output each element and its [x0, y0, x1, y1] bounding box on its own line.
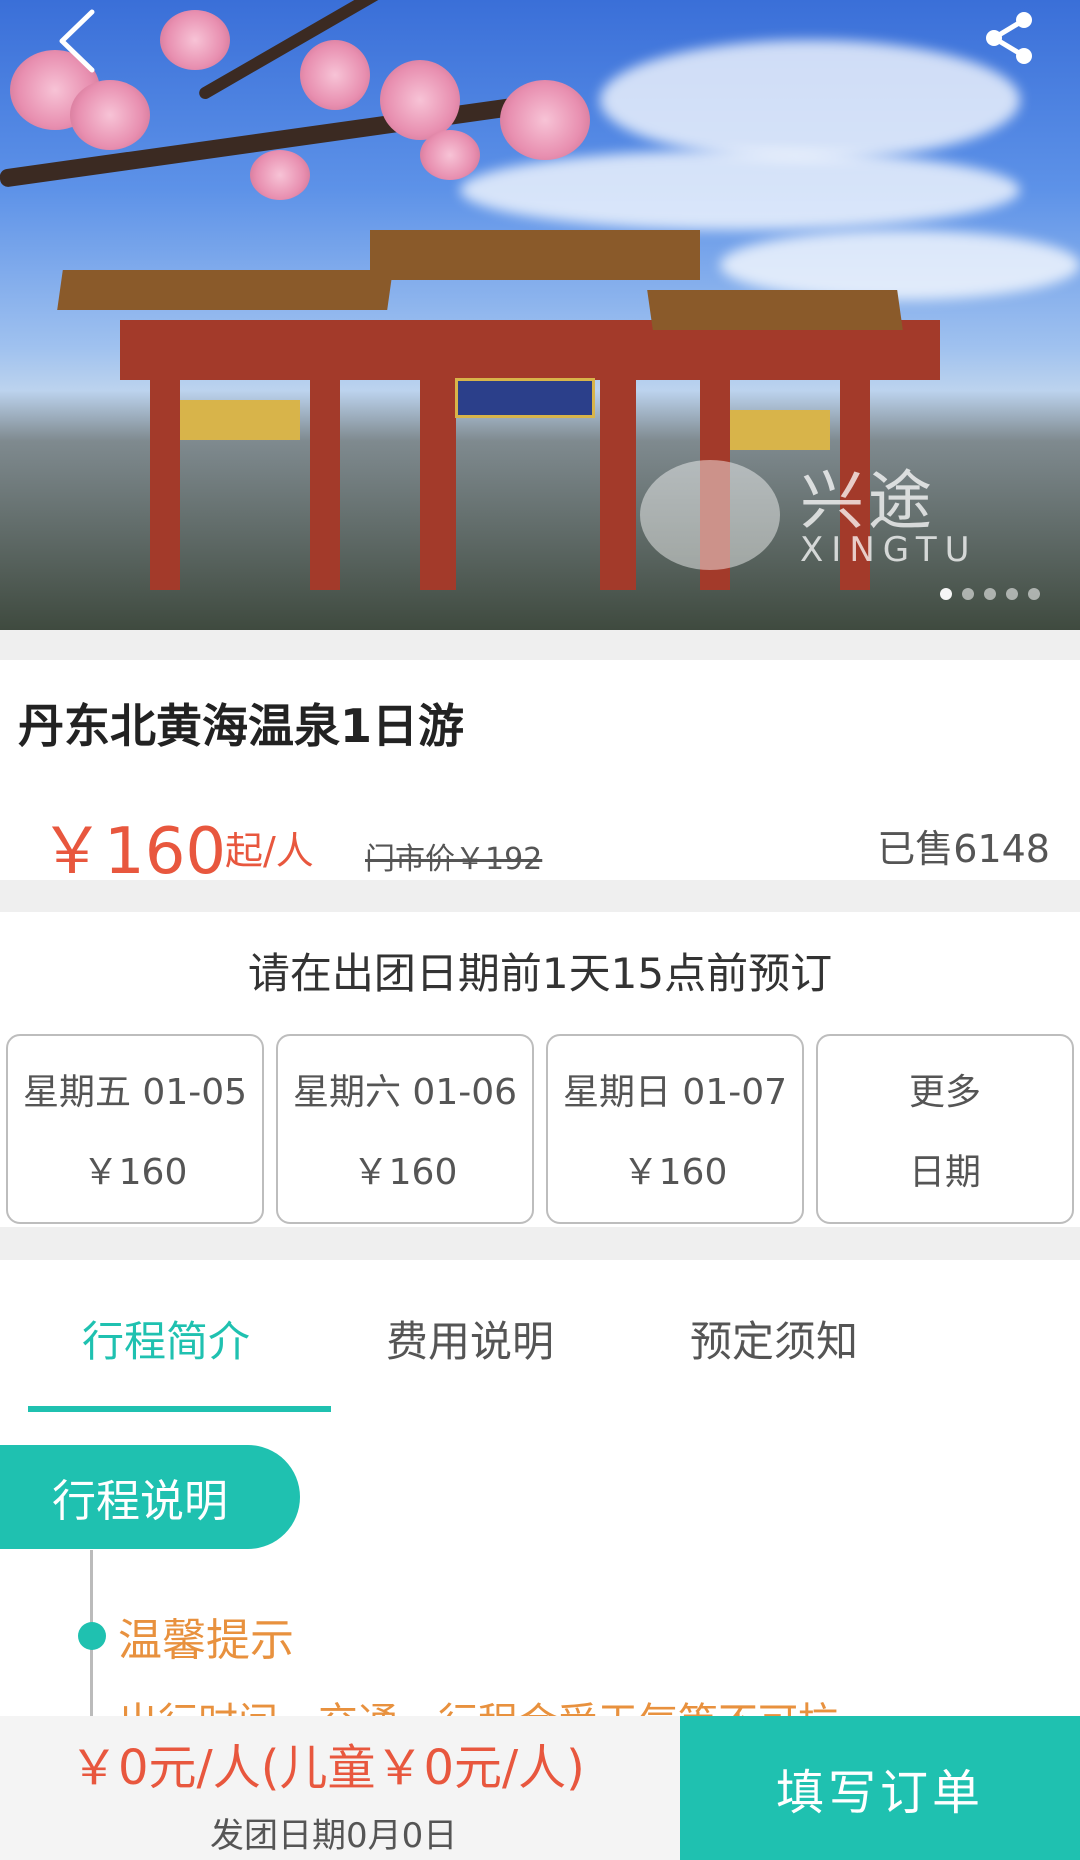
- tab-fees[interactable]: 费用说明: [386, 1308, 554, 1369]
- carousel-dot[interactable]: [1028, 588, 1040, 600]
- date-options: 星期五 01-05 ￥160 星期六 01-06 ￥160 星期日 01-07 …: [6, 1034, 1074, 1224]
- original-price: 门市价￥192: [365, 842, 543, 877]
- hero-image[interactable]: 兴途 XINGTU: [0, 0, 1080, 630]
- tab-itinerary[interactable]: 行程简介: [82, 1308, 250, 1369]
- date-option[interactable]: 星期日 01-07 ￥160: [546, 1034, 804, 1224]
- carousel-dot[interactable]: [962, 588, 974, 600]
- carousel-dot[interactable]: [940, 588, 952, 600]
- date-option[interactable]: 星期六 01-06 ￥160: [276, 1034, 534, 1224]
- xingtu-watermark: 兴途 XINGTU: [640, 450, 970, 580]
- date-price: ￥160: [622, 1152, 728, 1193]
- sold-count: 已售6148: [877, 827, 1050, 871]
- xingtu-logo-icon: [640, 460, 780, 570]
- date-day: 星期五 01-05: [22, 1072, 248, 1113]
- more-dates-sublabel: 日期: [908, 1152, 981, 1193]
- date-option[interactable]: 星期五 01-05 ￥160: [6, 1034, 264, 1224]
- carousel-dot[interactable]: [984, 588, 996, 600]
- share-icon[interactable]: [980, 8, 1040, 68]
- order-price: ￥0元/人(儿童￥0元/人): [70, 1740, 585, 1796]
- more-dates-button[interactable]: 更多 日期: [816, 1034, 1074, 1224]
- current-price: ￥160: [40, 815, 227, 889]
- product-title: 丹东北黄海温泉1日游: [18, 699, 465, 753]
- watermark-text: 兴途: [800, 465, 936, 539]
- timeline-dot-icon: [78, 1622, 106, 1650]
- back-icon[interactable]: [50, 6, 110, 76]
- fill-order-button[interactable]: 填写订单: [680, 1716, 1080, 1860]
- departure-date: 发团日期0月0日: [210, 1816, 458, 1856]
- date-day: 星期日 01-07: [562, 1072, 788, 1113]
- active-tab-indicator: [28, 1406, 331, 1412]
- watermark-subtext: XINGTU: [800, 530, 978, 570]
- detail-tabs: 行程简介 费用说明 预定须知: [0, 1260, 1080, 1412]
- tip-title: 温馨提示: [118, 1615, 294, 1666]
- date-price: ￥160: [82, 1152, 188, 1193]
- date-selector: 请在出团日期前1天15点前预订 星期五 01-05 ￥160 星期六 01-06…: [0, 912, 1080, 1227]
- price-unit: 起/人: [225, 829, 314, 873]
- carousel-dots: [940, 588, 1040, 600]
- section-label: 行程说明: [0, 1445, 300, 1549]
- product-summary: 丹东北黄海温泉1日游 ￥160 起/人 门市价￥192 已售6148: [0, 660, 1080, 889]
- carousel-dot[interactable]: [1006, 588, 1018, 600]
- date-day: 星期六 01-06: [292, 1072, 518, 1113]
- date-price: ￥160: [352, 1152, 458, 1193]
- price-row: ￥160 起/人 门市价￥192 已售6148: [40, 800, 1050, 889]
- bottom-order-bar: ￥0元/人(儿童￥0元/人) 发团日期0月0日 填写订单: [0, 1716, 1080, 1860]
- more-dates-label: 更多: [908, 1072, 981, 1113]
- tab-booking-notice[interactable]: 预定须知: [690, 1308, 858, 1369]
- booking-deadline-note: 请在出团日期前1天15点前预订: [247, 949, 833, 998]
